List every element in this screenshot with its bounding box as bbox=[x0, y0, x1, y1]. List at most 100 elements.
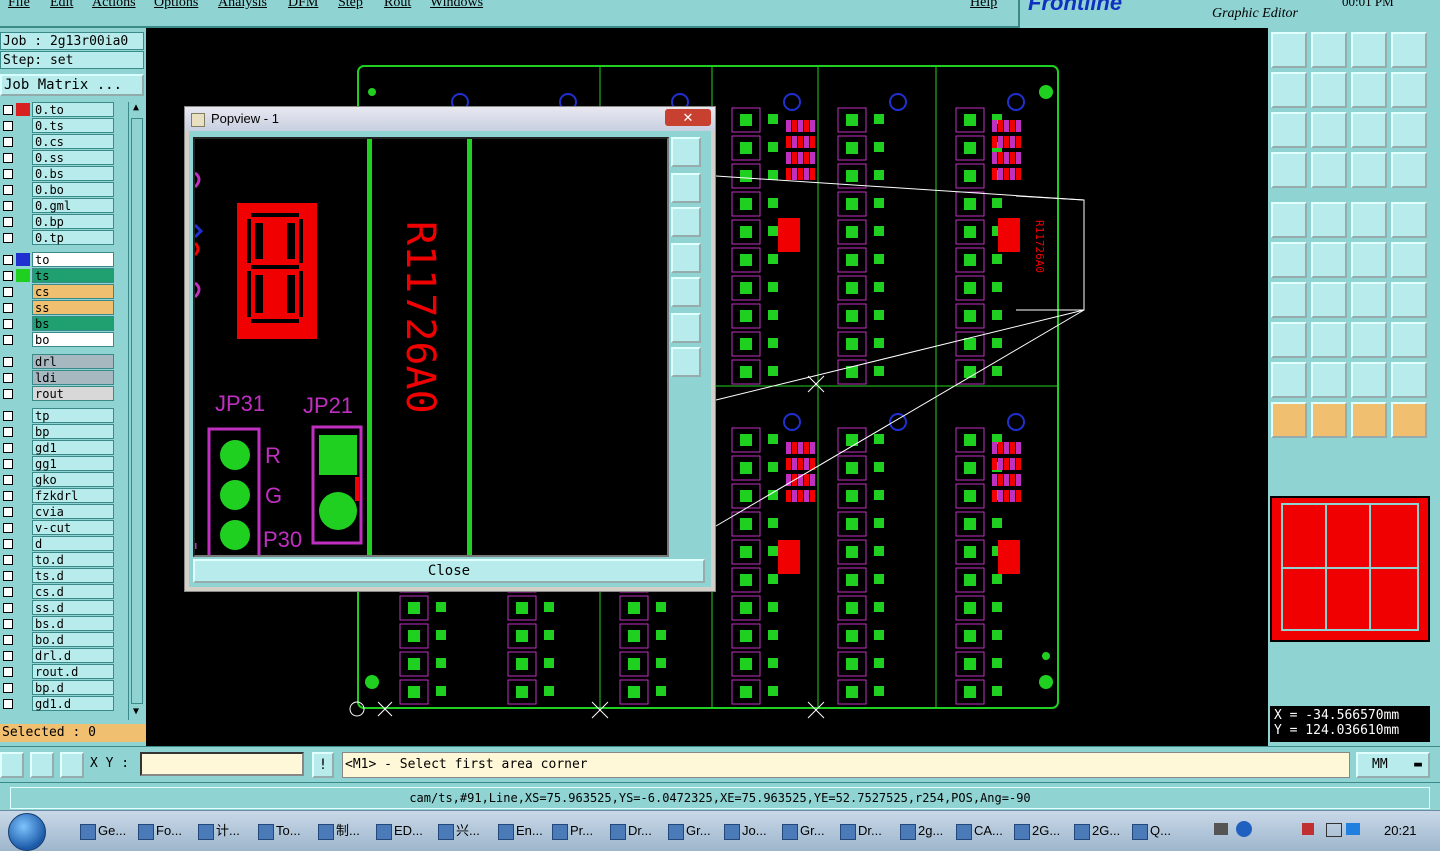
layer-checkbox[interactable] bbox=[3, 389, 13, 399]
layer-name[interactable]: cs bbox=[32, 284, 114, 299]
taskbar-item[interactable]: En... bbox=[494, 817, 552, 845]
layer-name[interactable]: gg1 bbox=[32, 456, 114, 471]
layer-name[interactable]: ss.d bbox=[32, 600, 114, 615]
scale-1-2-icon[interactable] bbox=[1351, 112, 1387, 148]
layer-row[interactable]: gko bbox=[0, 472, 116, 487]
layer-checkbox[interactable] bbox=[3, 287, 13, 297]
layer-name[interactable]: bp.d bbox=[32, 680, 114, 695]
scroll-thumb[interactable] bbox=[131, 118, 143, 704]
layer-row[interactable]: v-cut bbox=[0, 520, 116, 535]
popview-close-icon[interactable]: ✕ bbox=[665, 109, 711, 126]
text-b-icon[interactable] bbox=[1391, 362, 1427, 398]
popview-zoom-view[interactable]: R11726A0 JP31 R G P30 JP21 bbox=[193, 137, 669, 557]
snap-tool-icon[interactable] bbox=[0, 752, 24, 778]
pv-zoom-in-icon[interactable] bbox=[671, 313, 701, 343]
select-pad-icon[interactable] bbox=[1391, 202, 1427, 238]
layer-name[interactable]: bs.d bbox=[32, 616, 114, 631]
layer-checkbox[interactable] bbox=[3, 603, 13, 613]
scroll-up-icon[interactable]: ▲ bbox=[130, 102, 142, 114]
pv-pan-left-icon[interactable] bbox=[671, 243, 701, 273]
layer-name[interactable]: 0.ts bbox=[32, 118, 114, 133]
layer-name[interactable]: rout.d bbox=[32, 664, 114, 679]
layer-name[interactable]: 0.tp bbox=[32, 230, 114, 245]
layer-checkbox[interactable] bbox=[3, 651, 13, 661]
layer-checkbox[interactable] bbox=[3, 217, 13, 227]
layer-checkbox[interactable] bbox=[3, 373, 13, 383]
layer-row[interactable]: gg1 bbox=[0, 456, 116, 471]
diagonal-icon[interactable] bbox=[1311, 282, 1347, 318]
layer-checkbox[interactable] bbox=[3, 255, 13, 265]
layer-checkbox[interactable] bbox=[3, 105, 13, 115]
layer-name[interactable]: 0.bp bbox=[32, 214, 114, 229]
menu-dfm[interactable]: DFM bbox=[288, 0, 318, 11]
cross-icon[interactable] bbox=[1311, 242, 1347, 278]
keyboard-icon[interactable] bbox=[1214, 823, 1228, 835]
layer-row[interactable]: bo bbox=[0, 332, 116, 347]
layer-checkbox[interactable] bbox=[3, 319, 13, 329]
layer-name[interactable]: fzkdrl bbox=[32, 488, 114, 503]
layer-checkbox[interactable] bbox=[3, 185, 13, 195]
layer-color-swatch[interactable] bbox=[16, 103, 30, 116]
layer-row[interactable]: ts bbox=[0, 268, 116, 283]
layer-row[interactable]: bo.d bbox=[0, 632, 116, 647]
layer-row[interactable]: fzkdrl bbox=[0, 488, 116, 503]
layer-name[interactable]: to.d bbox=[32, 552, 114, 567]
layer-row[interactable]: to.d bbox=[0, 552, 116, 567]
zoom-pan-icon[interactable] bbox=[1311, 112, 1347, 148]
taskbar-item[interactable]: Fo... bbox=[134, 817, 192, 845]
network-icon[interactable] bbox=[1326, 823, 1342, 837]
layer-checkbox[interactable] bbox=[3, 411, 13, 421]
taskbar-item[interactable]: Gr... bbox=[778, 817, 836, 845]
layer-row[interactable]: ts.d bbox=[0, 568, 116, 583]
layer-name[interactable]: 0.to bbox=[32, 102, 114, 117]
layer-row[interactable]: 0.bp bbox=[0, 214, 116, 229]
help-icon[interactable] bbox=[1391, 112, 1427, 148]
layer-checkbox[interactable] bbox=[3, 459, 13, 469]
layer-name[interactable]: d bbox=[32, 536, 114, 551]
units-dropdown[interactable]: MM ▬ bbox=[1356, 752, 1430, 778]
taskbar-item[interactable]: 制... bbox=[314, 817, 372, 845]
layer-name[interactable]: cs.d bbox=[32, 584, 114, 599]
point-icon[interactable] bbox=[1271, 242, 1307, 278]
pv-pan-up-icon[interactable] bbox=[671, 173, 701, 203]
layer-checkbox[interactable] bbox=[3, 699, 13, 709]
menu-rout[interactable]: Rout bbox=[384, 0, 411, 11]
tray-icon[interactable] bbox=[1302, 823, 1314, 835]
popview-close-button[interactable]: Close bbox=[193, 559, 705, 583]
pv-zoom-fit-icon[interactable] bbox=[671, 137, 701, 167]
taskbar-item[interactable]: CA... bbox=[952, 817, 1010, 845]
triangle-a-icon[interactable] bbox=[1271, 362, 1307, 398]
layer-row[interactable]: gd1 bbox=[0, 440, 116, 455]
layer-name[interactable]: v-cut bbox=[32, 520, 114, 535]
home-icon[interactable] bbox=[1351, 32, 1387, 68]
taskbar-item[interactable]: Q... bbox=[1128, 817, 1186, 845]
dimension-icon[interactable] bbox=[1351, 322, 1387, 358]
taskbar-item[interactable]: Pr... bbox=[548, 817, 606, 845]
bar-icon[interactable] bbox=[1311, 322, 1347, 358]
layer-checkbox[interactable] bbox=[3, 427, 13, 437]
select-box-icon[interactable] bbox=[1311, 402, 1347, 438]
taskbar-item[interactable]: Ge... bbox=[76, 817, 134, 845]
connect-icon[interactable] bbox=[1351, 152, 1387, 188]
menu-help[interactable]: Help bbox=[970, 0, 997, 11]
menu-windows[interactable]: Windows bbox=[430, 0, 483, 11]
add-pad-icon[interactable] bbox=[1271, 202, 1307, 238]
layer-name[interactable]: 0.gml bbox=[32, 198, 114, 213]
menu-analysis[interactable]: Analysis bbox=[218, 0, 267, 11]
layer-checkbox[interactable] bbox=[3, 635, 13, 645]
layer-checkbox[interactable] bbox=[3, 683, 13, 693]
layer-checkbox[interactable] bbox=[3, 507, 13, 517]
layer-color-swatch[interactable] bbox=[16, 269, 30, 282]
add-line-icon[interactable] bbox=[1311, 202, 1347, 238]
layer-checkbox[interactable] bbox=[3, 443, 13, 453]
layer-row[interactable]: d bbox=[0, 536, 116, 551]
layer-name[interactable]: bo bbox=[32, 332, 114, 347]
pan-left-icon[interactable] bbox=[1271, 72, 1307, 108]
grid-tool-icon[interactable] bbox=[60, 752, 84, 778]
layer-row[interactable]: bp bbox=[0, 424, 116, 439]
volume-icon[interactable] bbox=[1346, 823, 1360, 835]
layer-checkbox[interactable] bbox=[3, 335, 13, 345]
taskbar-item[interactable]: Dr... bbox=[836, 817, 894, 845]
menu-file[interactable]: File bbox=[8, 0, 30, 11]
layer-row[interactable]: drl bbox=[0, 354, 116, 369]
